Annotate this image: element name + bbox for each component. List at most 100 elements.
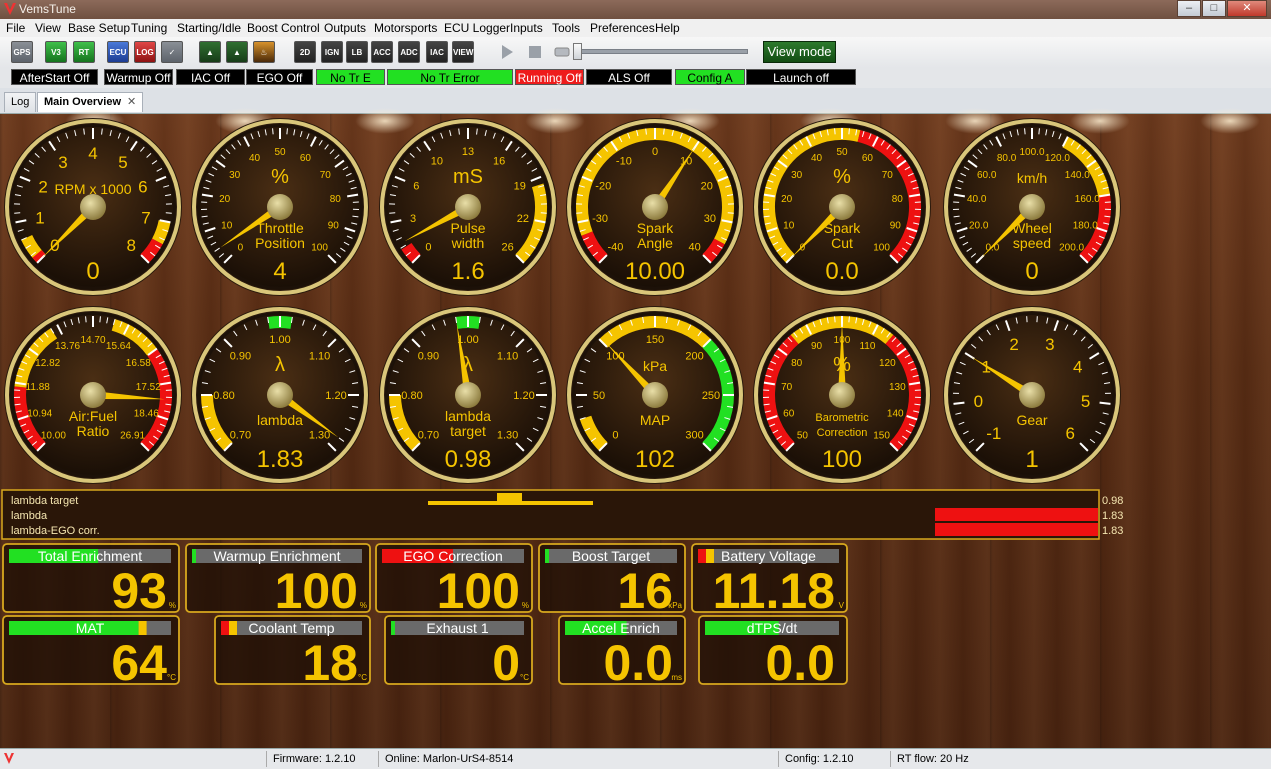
- log-button[interactable]: LOG: [134, 41, 156, 63]
- gauge-tick-label: 20: [701, 181, 713, 193]
- gauge-hub: [642, 382, 668, 408]
- menu-boost-control[interactable]: Boost Control: [247, 21, 320, 35]
- table-2d-button[interactable]: 2D: [294, 41, 316, 63]
- window-titlebar: VemsTune – □ ✕: [0, 0, 1271, 19]
- record-icon[interactable]: [553, 44, 571, 60]
- menu-base-setup[interactable]: Base Setup: [68, 21, 130, 35]
- numeric-box-level: [706, 549, 714, 563]
- playback-slider-track[interactable]: [576, 49, 748, 54]
- table-iac-button[interactable]: IAC: [426, 41, 448, 63]
- fire-button[interactable]: ♨: [253, 41, 275, 63]
- gps-button[interactable]: GPS: [11, 41, 33, 63]
- gauge-hub: [1019, 194, 1045, 220]
- numeric-box-level: [545, 549, 549, 563]
- gauge-tick: [273, 128, 274, 134]
- numeric-box-unit: %: [522, 601, 529, 610]
- gauge-value: 0.98: [445, 446, 492, 473]
- stop-icon[interactable]: [527, 44, 543, 60]
- gauge-tick: [287, 128, 288, 134]
- menu-help[interactable]: Help: [655, 21, 680, 35]
- gauge-tick-label: 40: [688, 242, 700, 254]
- gauge-map: 050100150200250300kPaMAP102: [566, 306, 744, 484]
- gauge-tick-label: 2: [1009, 335, 1018, 354]
- gauge-value: 1.83: [257, 446, 304, 473]
- gauge-unit: kPa: [643, 358, 667, 374]
- gauge-tick-label: 26: [501, 242, 513, 254]
- gauge-tick: [835, 316, 836, 322]
- numeric-box-level: [698, 549, 706, 563]
- menu-preferences[interactable]: Preferences: [590, 21, 655, 35]
- gauge-tick-label: 0: [974, 392, 983, 411]
- numeric-box-level: [192, 549, 196, 563]
- gauge-unit: λ: [275, 354, 285, 376]
- lambda-target-bar: [428, 501, 593, 505]
- gauge-unit: %: [271, 166, 289, 188]
- gauge-tick-label: 4: [88, 144, 97, 163]
- gauge-tick-label: 30: [791, 170, 803, 181]
- table-lb-button[interactable]: LB: [346, 41, 368, 63]
- gauge-tick-label: 70: [781, 382, 793, 393]
- numeric-box-label: Exhaust 1: [426, 620, 488, 636]
- gauge-label: Barometric: [815, 412, 869, 424]
- gauge-tick-label: 13: [462, 146, 474, 158]
- menu-inputs[interactable]: Inputs: [510, 21, 543, 35]
- gauge-tick-label: 120.0: [1045, 153, 1070, 164]
- menu-outputs[interactable]: Outputs: [324, 21, 366, 35]
- table-ign-button[interactable]: IGN: [321, 41, 343, 63]
- online-status: Online: Marlon-UrS4-8514: [378, 751, 513, 767]
- gauge-tick-label: 20: [219, 194, 231, 205]
- gauge-lambdatarget: 0.700.800.901.001.101.201.30λlambdatarge…: [379, 306, 557, 484]
- gauge-tick-label: 80.0: [997, 153, 1017, 164]
- gauge-wheel: 0.020.040.060.080.0100.0120.0140.0160.01…: [943, 118, 1121, 296]
- maximize-button[interactable]: □: [1202, 0, 1226, 17]
- gauge-tick-label: 140: [887, 408, 904, 419]
- status-afterstart-off: AfterStart Off: [11, 69, 98, 85]
- gauge-tick-label: 10.00: [41, 431, 66, 442]
- gauge-tick-label: -1: [986, 424, 1001, 443]
- gauge-tick-label: 6: [1065, 424, 1074, 443]
- numeric-box-value: 11.18: [713, 563, 835, 619]
- menu-file[interactable]: File: [6, 21, 25, 35]
- ecu-button[interactable]: ECU: [107, 41, 129, 63]
- menu-tools[interactable]: Tools: [552, 21, 580, 35]
- tool-a-button[interactable]: ▲: [199, 41, 221, 63]
- table-view-button[interactable]: VIEW: [452, 41, 474, 63]
- status-launch-off: Launch off: [746, 69, 856, 85]
- gauge-tick-label: 3: [410, 213, 416, 225]
- table-warm-button[interactable]: ADC: [398, 41, 420, 63]
- gauge-tick-label: 0.90: [230, 350, 251, 362]
- rt-button[interactable]: RT: [73, 41, 95, 63]
- menu-motorsports[interactable]: Motorsports: [374, 21, 437, 35]
- check-button[interactable]: ✓: [161, 41, 183, 63]
- view-mode-button[interactable]: View mode: [763, 41, 836, 63]
- menu-starting-idle[interactable]: Starting/Idle: [177, 21, 241, 35]
- playback-slider-thumb[interactable]: [573, 43, 582, 60]
- tab-close-icon[interactable]: ✕: [127, 93, 136, 112]
- gauge-tick-label: 1.20: [513, 390, 534, 402]
- gauge-tick-label: 60: [862, 153, 874, 164]
- minimize-button[interactable]: –: [1177, 0, 1201, 17]
- play-icon[interactable]: [499, 43, 515, 61]
- menu-ecu-logger[interactable]: ECU Logger: [444, 21, 510, 35]
- menu-view[interactable]: View: [35, 21, 61, 35]
- status-running-off: Running Off: [515, 69, 584, 85]
- gauge-tick-label: 6: [138, 177, 147, 196]
- gauge-label: Pulse: [450, 220, 485, 236]
- numeric-box-label: Accel Enrich: [582, 620, 660, 636]
- v3-button[interactable]: V3: [45, 41, 67, 63]
- numeric-box-level: [221, 621, 229, 635]
- gauge-hub: [829, 382, 855, 408]
- menu-tuning[interactable]: Tuning: [131, 21, 167, 35]
- gauge-label: target: [450, 423, 486, 439]
- gauge-tick-label: 50: [836, 147, 848, 158]
- table-acc-button[interactable]: ACC: [371, 41, 393, 63]
- tab-log[interactable]: Log: [4, 92, 36, 112]
- gauge-tick: [102, 129, 103, 135]
- gauge-tick-label: 80: [791, 358, 803, 369]
- gauge-tick-label: 30: [229, 170, 241, 181]
- gauge-tick-label: 2: [38, 177, 47, 196]
- gauge-tick-label: 100: [873, 243, 890, 254]
- gauge-tick-label: 19: [514, 181, 526, 193]
- close-window-button[interactable]: ✕: [1227, 0, 1267, 17]
- tool-b-button[interactable]: ▲: [226, 41, 248, 63]
